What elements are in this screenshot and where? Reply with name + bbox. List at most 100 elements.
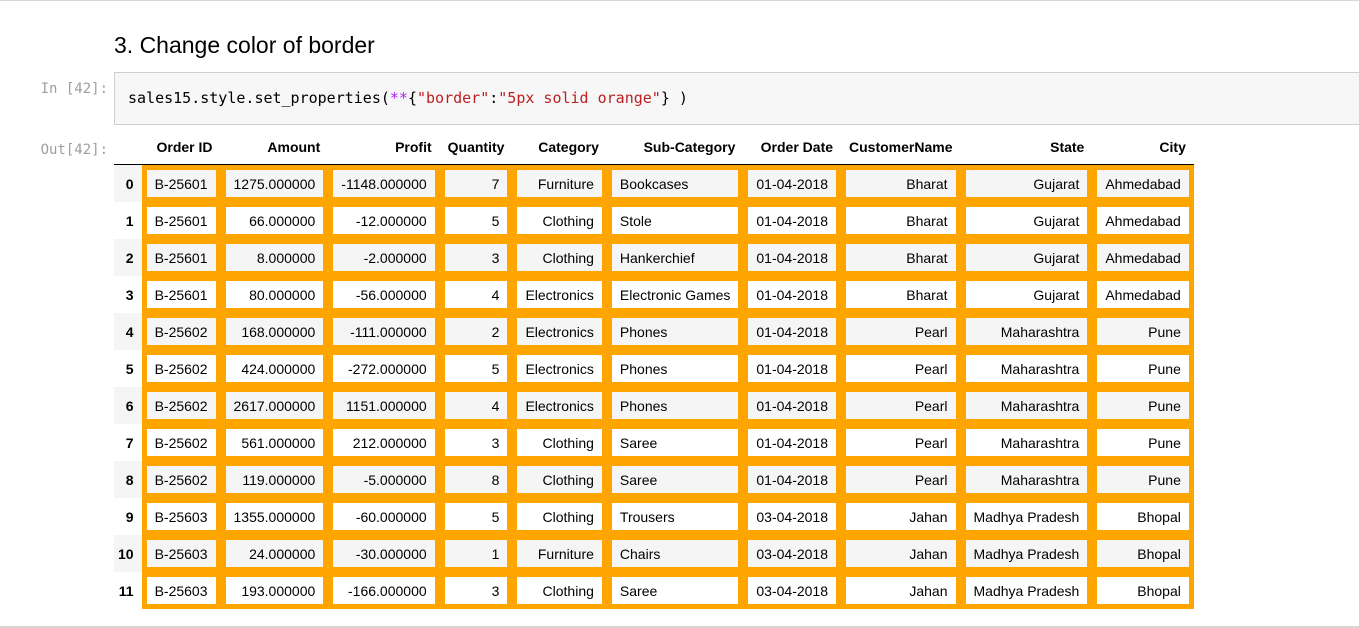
table-cell: Saree (606, 572, 744, 609)
row-index: 1 (125, 212, 134, 229)
row-index: 4 (125, 323, 134, 340)
table-row: 10 B-25603 24.000000 -30.000000 1 Furniture Ch… (114, 535, 1194, 572)
column-header: CustomerName (841, 129, 961, 165)
row-index: 5 (125, 360, 134, 377)
input-prompt: In [42]: (40, 81, 108, 97)
row-index: 0 (125, 175, 134, 192)
table-cell: Bhopal (1092, 535, 1194, 572)
table-cell: Jahan (841, 498, 961, 535)
table-cell: 01-04-2018 (743, 165, 842, 202)
index-header (114, 129, 142, 165)
table-cell: Gujarat (960, 239, 1093, 276)
output-area: Order ID Amount Profit Quantity Category… (114, 129, 1194, 609)
code-cell[interactable]: sales15.style.set_properties(**{"border"… (114, 72, 1359, 125)
table-cell: 01-04-2018 (743, 239, 842, 276)
row-index: 2 (125, 249, 134, 266)
column-header: Order ID (141, 129, 221, 165)
table-cell: Maharashtra (960, 461, 1093, 498)
table-cell: Pearl (841, 313, 961, 350)
table-cell: B-25602 (141, 461, 221, 498)
table-cell: 3 (439, 424, 513, 461)
table-cell: 01-04-2018 (743, 276, 842, 313)
table-cell: 5 (439, 202, 513, 239)
table-cell: Bhopal (1092, 498, 1194, 535)
table-cell: Bookcases (606, 165, 744, 202)
table-row: 9 B-25603 1355.000000 -60.000000 5 Clothing Tr… (114, 498, 1194, 535)
table-cell: 01-04-2018 (743, 313, 842, 350)
table-cell: B-25602 (141, 387, 221, 424)
row-index: 7 (125, 434, 134, 451)
table-cell: 01-04-2018 (743, 202, 842, 239)
table-cell: 3 (439, 239, 513, 276)
table-cell: 8.000000 (220, 239, 329, 276)
column-header: Amount (220, 129, 329, 165)
table-row: 7 B-25602 561.000000 212.000000 3 Clothing Sar… (114, 424, 1194, 461)
table-cell: Furniture (512, 535, 607, 572)
table-cell: -60.000000 (328, 498, 440, 535)
table-cell: 01-04-2018 (743, 424, 842, 461)
table-cell: Maharashtra (960, 387, 1093, 424)
code-paren: ) (669, 89, 688, 107)
table-cell: Ahmedabad (1092, 239, 1194, 276)
table-cell: Bharat (841, 165, 961, 202)
table-cell: B-25601 (141, 239, 221, 276)
table-row: 5 B-25602 424.000000 -272.000000 5 Electronic… (114, 350, 1194, 387)
table-cell: 03-04-2018 (743, 572, 842, 609)
code-attribute: style (200, 89, 246, 107)
table-cell: 2617.000000 (220, 387, 329, 424)
table-cell: 212.000000 (328, 424, 440, 461)
code-colon: : (489, 89, 499, 107)
table-cell: Madhya Pradesh (960, 535, 1093, 572)
table-cell: B-25602 (141, 424, 221, 461)
table-cell: Jahan (841, 572, 961, 609)
table-cell: -272.000000 (328, 350, 440, 387)
header-row: Order ID Amount Profit Quantity Category… (114, 129, 1194, 165)
table-row: 4 B-25602 168.000000 -111.000000 2 Electronic… (114, 313, 1194, 350)
table-cell: Maharashtra (960, 350, 1093, 387)
table-cell: 66.000000 (220, 202, 329, 239)
table-cell: Pune (1092, 313, 1194, 350)
table-cell: Electronics (512, 350, 607, 387)
table-cell: Chairs (606, 535, 744, 572)
table-cell: 8 (439, 461, 513, 498)
code-paren: ( (380, 89, 390, 107)
table-cell: Pune (1092, 350, 1194, 387)
table-cell: Pune (1092, 461, 1194, 498)
table-cell: 03-04-2018 (743, 535, 842, 572)
table-cell: Trousers (606, 498, 744, 535)
table-cell: 3 (439, 572, 513, 609)
table-cell: 5 (439, 350, 513, 387)
code-operator: ** (389, 89, 408, 107)
table-cell: 01-04-2018 (743, 461, 842, 498)
table-cell: Pearl (841, 350, 961, 387)
column-header: State (960, 129, 1093, 165)
table-cell: B-25601 (141, 202, 221, 239)
table-cell: Furniture (512, 165, 607, 202)
table-cell: Pune (1092, 387, 1194, 424)
table-cell: -1148.000000 (328, 165, 440, 202)
column-header: Profit (328, 129, 440, 165)
table-cell: 7 (439, 165, 513, 202)
section-heading: 3. Change color of border (114, 32, 375, 58)
row-index: 10 (118, 545, 134, 562)
table-cell: -2.000000 (328, 239, 440, 276)
table-cell: Bhopal (1092, 572, 1194, 609)
table-cell: Madhya Pradesh (960, 498, 1093, 535)
table-cell: B-25602 (141, 350, 221, 387)
table-cell: 1355.000000 (220, 498, 329, 535)
table-cell: Stole (606, 202, 744, 239)
table-cell: Ahmedabad (1092, 165, 1194, 202)
code-line[interactable]: sales15.style.set_properties(**{"border"… (128, 89, 688, 107)
row-index: 8 (125, 471, 134, 488)
table-cell: Bharat (841, 202, 961, 239)
table-cell: 03-04-2018 (743, 498, 842, 535)
table-cell: Bharat (841, 239, 961, 276)
table-cell: Clothing (512, 498, 607, 535)
table-cell: 01-04-2018 (743, 350, 842, 387)
table-cell: 119.000000 (220, 461, 329, 498)
dataframe-table: Order ID Amount Profit Quantity Category… (114, 129, 1194, 609)
table-cell: Saree (606, 461, 744, 498)
table-cell: -5.000000 (328, 461, 440, 498)
table-cell: Phones (606, 387, 744, 424)
table-cell: Clothing (512, 461, 607, 498)
